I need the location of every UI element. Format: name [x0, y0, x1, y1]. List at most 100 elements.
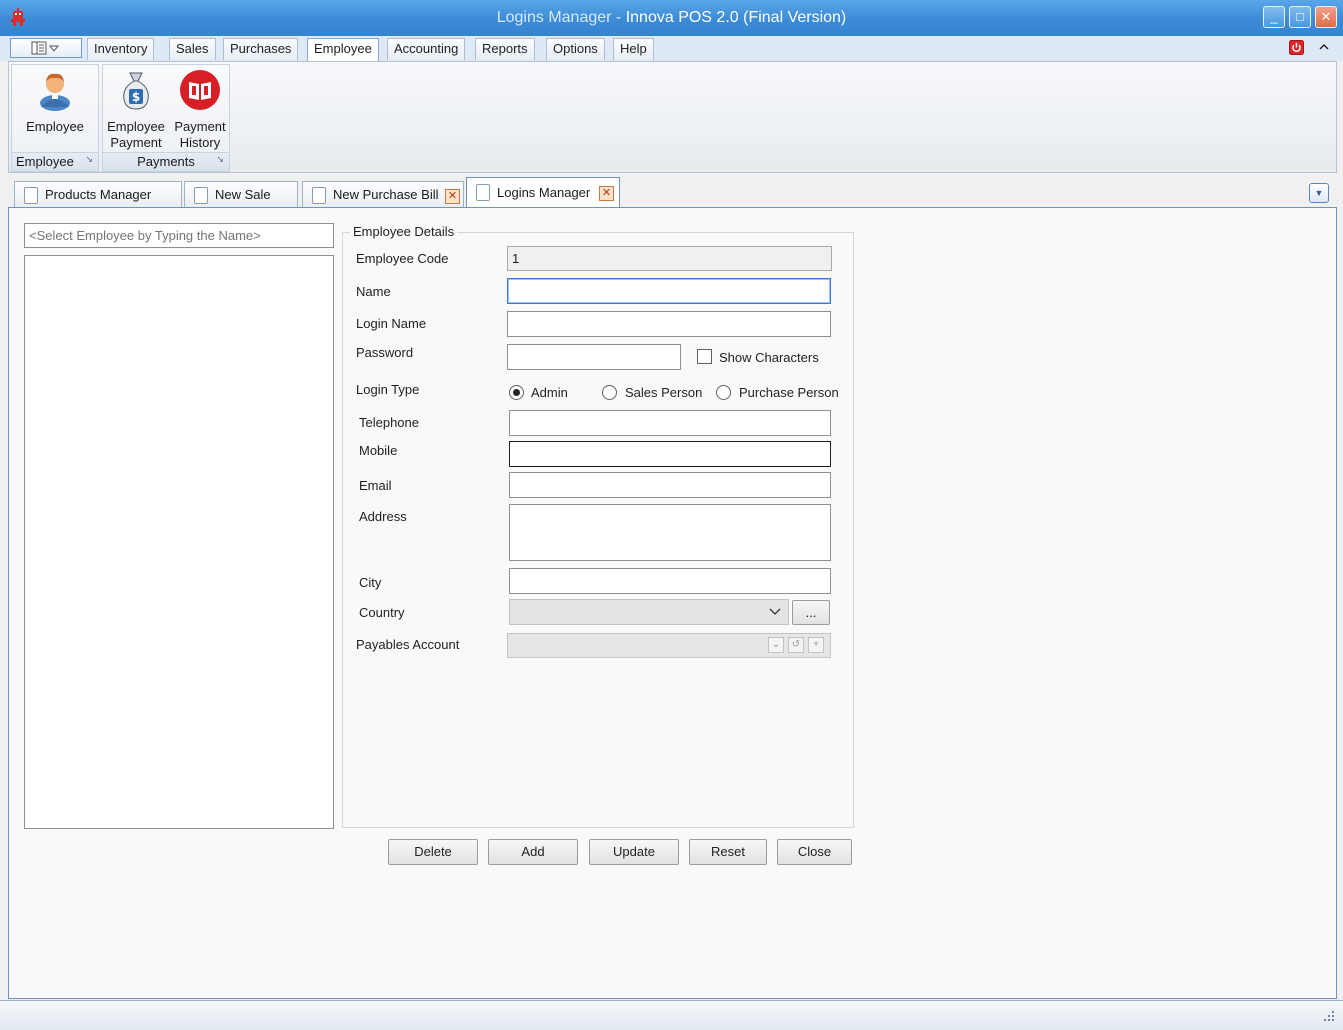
- close-icon: ✕: [1320, 9, 1332, 24]
- minimize-button[interactable]: _: [1263, 6, 1285, 28]
- login-type-admin-label[interactable]: Admin: [531, 385, 568, 401]
- document-icon: [194, 187, 208, 204]
- ribbon-tab-label: Purchases: [230, 41, 292, 56]
- maximize-icon: □: [1296, 9, 1304, 24]
- logins-manager-panel: Employee Details Employee Code 1 Name Lo…: [8, 207, 1337, 999]
- document-tab-strip: Products Manager New Sale New Purchase B…: [8, 177, 1337, 208]
- add-button[interactable]: Add: [488, 839, 578, 865]
- country-select[interactable]: [509, 599, 789, 625]
- ribbon-tab-employee[interactable]: Employee: [307, 38, 379, 62]
- title-bar: Logins Manager - Innova POS 2.0 (Final V…: [0, 0, 1343, 36]
- login-type-purchase-person-label[interactable]: Purchase Person: [739, 385, 839, 401]
- employee-list[interactable]: [24, 255, 334, 829]
- employee-button[interactable]: Employee: [14, 69, 96, 135]
- doc-tab-new-sale[interactable]: New Sale: [184, 181, 298, 207]
- doc-tab-new-purchase-bill[interactable]: New Purchase Bill ✕: [302, 181, 464, 207]
- login-name-label: Login Name: [356, 316, 427, 331]
- doc-tab-products-manager[interactable]: Products Manager: [14, 181, 182, 207]
- address-label: Address: [359, 509, 407, 524]
- power-off-icon[interactable]: [1289, 40, 1304, 55]
- city-label: City: [359, 575, 382, 590]
- country-browse-button[interactable]: ...: [792, 600, 830, 625]
- document-icon: [312, 187, 326, 204]
- ribbon-tab-label: Accounting: [394, 41, 459, 56]
- payment-history-button[interactable]: Payment History: [169, 69, 231, 151]
- password-label: Password: [356, 345, 414, 360]
- name-input[interactable]: [507, 278, 831, 304]
- status-bar: [0, 1000, 1343, 1030]
- mobile-input[interactable]: [509, 441, 831, 467]
- undo-icon[interactable]: ↺: [788, 637, 804, 653]
- employee-code-label: Employee Code: [356, 251, 449, 266]
- ribbon-tab-label: Inventory: [94, 41, 148, 56]
- chevron-down-icon[interactable]: ⌄: [768, 637, 784, 653]
- city-input[interactable]: [509, 568, 831, 594]
- name-label: Name: [356, 284, 391, 299]
- country-label: Country: [359, 605, 405, 620]
- login-type-sales-person-label[interactable]: Sales Person: [625, 385, 702, 401]
- ribbon-tab-inventory[interactable]: Inventory: [87, 38, 155, 60]
- add-icon[interactable]: +: [808, 637, 824, 653]
- payables-account-select[interactable]: ⌄ ↺ +: [507, 633, 831, 658]
- show-characters-label[interactable]: Show Characters: [719, 350, 819, 366]
- window-title-app: Innova POS 2.0 (Final Version): [625, 9, 847, 26]
- login-name-input[interactable]: [507, 311, 831, 337]
- address-textarea[interactable]: [509, 504, 831, 561]
- ribbon-tab-label: Help: [620, 41, 647, 56]
- ribbon-tab-sales[interactable]: Sales: [169, 38, 216, 60]
- document-icon: [476, 184, 490, 201]
- ribbon-tab-label: Sales: [176, 41, 209, 56]
- group-launcher-icon[interactable]: ↘: [85, 150, 93, 168]
- collapse-ribbon-chevron-up-icon[interactable]: [1316, 39, 1332, 55]
- employee-search-input[interactable]: [24, 223, 334, 248]
- employee-payment-label: Employee Payment: [107, 119, 165, 150]
- ribbon-panel: Employee Employee ↘ $ Employee Payment P…: [8, 61, 1337, 173]
- telephone-label: Telephone: [359, 415, 419, 430]
- tab-close-icon[interactable]: ✕: [599, 186, 614, 201]
- red-book-icon: [180, 70, 220, 110]
- payables-account-label: Payables Account: [356, 637, 460, 652]
- close-window-button[interactable]: ✕: [1315, 6, 1337, 28]
- ribbon-tab-label: Options: [553, 41, 598, 56]
- group-launcher-icon[interactable]: ↘: [216, 150, 224, 168]
- ribbon-tab-purchases[interactable]: Purchases: [223, 38, 299, 60]
- doc-tab-label: Logins Manager: [497, 185, 591, 200]
- ribbon-tab-options[interactable]: Options: [546, 38, 605, 60]
- employee-payment-button[interactable]: $ Employee Payment: [105, 69, 167, 151]
- doc-tab-logins-manager[interactable]: Logins Manager ✕: [466, 177, 620, 208]
- maximize-button[interactable]: □: [1289, 6, 1311, 28]
- telephone-input[interactable]: [509, 410, 831, 436]
- ribbon-tab-label: Reports: [482, 41, 528, 56]
- reset-button[interactable]: Reset: [689, 839, 767, 865]
- document-icon: [24, 187, 38, 204]
- employee-code-value: 1: [512, 251, 520, 266]
- ribbon-tab-reports[interactable]: Reports: [475, 38, 535, 60]
- delete-button[interactable]: Delete: [388, 839, 478, 865]
- employee-details-title: Employee Details: [350, 224, 458, 240]
- tabs-dropdown-chevron-icon[interactable]: ▼: [1309, 183, 1329, 203]
- tab-close-icon[interactable]: ✕: [445, 189, 460, 204]
- login-type-purchase-person-radio[interactable]: [716, 385, 731, 400]
- ribbon-group-employee: Employee Employee ↘: [11, 64, 99, 172]
- ribbon-tab-accounting[interactable]: Accounting: [387, 38, 466, 60]
- chevron-down-icon: [769, 608, 781, 615]
- update-button[interactable]: Update: [589, 839, 679, 865]
- resize-grip-icon[interactable]: [1322, 1009, 1336, 1023]
- password-input[interactable]: [507, 344, 681, 370]
- ribbon-tab-help[interactable]: Help: [613, 38, 654, 60]
- application-menu-button[interactable]: [10, 38, 82, 58]
- close-button[interactable]: Close: [777, 839, 852, 865]
- login-type-sales-person-radio[interactable]: [602, 385, 617, 400]
- svg-text:$: $: [132, 90, 140, 104]
- window-title: Logins Manager - Innova POS 2.0 (Final V…: [0, 0, 1343, 36]
- employee-code-field: 1: [507, 246, 832, 271]
- login-type-admin-radio[interactable]: [509, 385, 524, 400]
- ribbon-group-payments: $ Employee Payment Payment History Payment…: [102, 64, 230, 172]
- login-type-label: Login Type: [356, 382, 420, 397]
- email-input[interactable]: [509, 472, 831, 498]
- ribbon-group-title: Employee: [16, 154, 74, 169]
- ribbon-group-title: Payments: [137, 154, 195, 169]
- show-characters-checkbox[interactable]: [697, 349, 712, 364]
- doc-tab-label: New Purchase Bill: [333, 187, 439, 202]
- employee-person-icon: [40, 73, 70, 111]
